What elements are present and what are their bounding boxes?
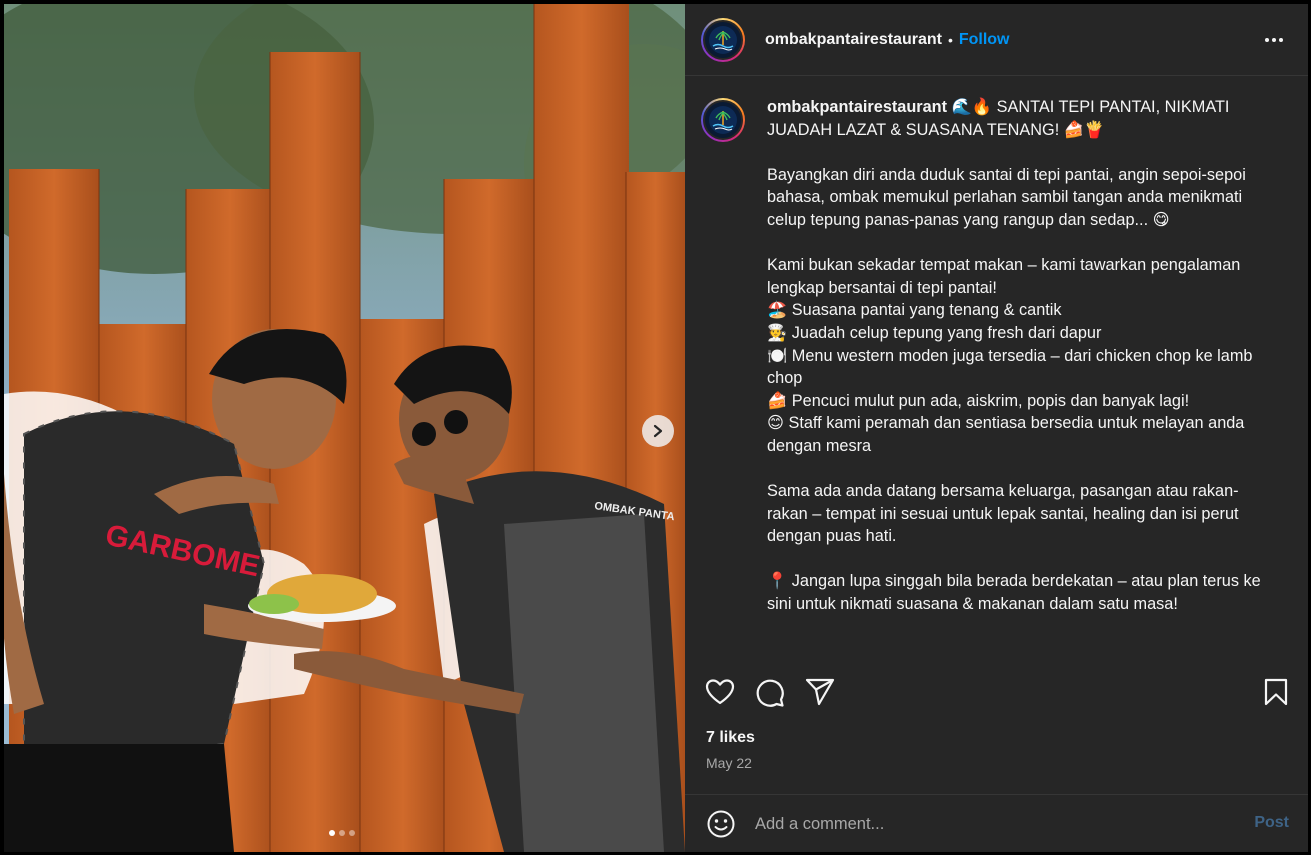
smiley-icon bbox=[707, 810, 735, 838]
emoji-button[interactable] bbox=[706, 809, 736, 844]
restaurant-logo-icon bbox=[709, 106, 737, 134]
share-button[interactable] bbox=[805, 678, 835, 711]
like-button[interactable] bbox=[705, 678, 735, 711]
carousel-dot bbox=[349, 830, 355, 836]
heart-icon bbox=[705, 679, 735, 705]
caption-paragraph: 📍 Jangan lupa singgah bila berada berdek… bbox=[767, 572, 1261, 614]
post-caption: ombakpantairestaurant 🌊🔥 SANTAI TEPI PAN… bbox=[701, 96, 1291, 646]
post-header: ombakpantairestaurant • Follow bbox=[685, 4, 1308, 76]
post-photo: GARBOME OMBAK PANTA bbox=[4, 4, 685, 852]
post-date[interactable]: May 22 bbox=[706, 755, 752, 771]
save-button[interactable] bbox=[1263, 678, 1289, 711]
caption-paragraph: Kami bukan sekadar tempat makan – kami t… bbox=[767, 256, 1253, 455]
header-username[interactable]: ombakpantairestaurant bbox=[765, 31, 942, 49]
comment-composer: Post bbox=[685, 794, 1308, 852]
caption-username[interactable]: ombakpantairestaurant bbox=[767, 98, 947, 116]
restaurant-logo-icon bbox=[709, 25, 737, 54]
post-comment-button[interactable]: Post bbox=[1254, 814, 1289, 832]
paper-plane-icon bbox=[805, 678, 835, 706]
avatar[interactable] bbox=[701, 17, 745, 62]
like-count[interactable]: 7 likes bbox=[706, 729, 755, 747]
carousel-indicator bbox=[329, 830, 355, 836]
caption-paragraph: Bayangkan diri anda duduk santai di tepi… bbox=[767, 165, 1246, 229]
comment-button[interactable] bbox=[755, 678, 785, 713]
caption-avatar[interactable] bbox=[701, 98, 745, 142]
action-bar bbox=[685, 668, 1308, 716]
follow-button[interactable]: Follow bbox=[959, 31, 1010, 49]
post-details-panel: ombakpantairestaurant • Follow ombakpant… bbox=[685, 4, 1308, 852]
more-options-button[interactable] bbox=[1264, 30, 1284, 48]
chevron-right-icon bbox=[653, 424, 663, 438]
bookmark-icon bbox=[1264, 678, 1288, 706]
caption-paragraph: ombakpantairestaurant 🌊🔥 SANTAI TEPI PAN… bbox=[767, 96, 1267, 141]
post-modal: GARBOME OMBAK PANTA ombakpantairestauran… bbox=[0, 0, 1311, 855]
carousel-dot bbox=[339, 830, 345, 836]
comment-input[interactable] bbox=[755, 812, 1235, 836]
caption-text: ombakpantairestaurant 🌊🔥 SANTAI TEPI PAN… bbox=[767, 96, 1267, 646]
carousel-dot bbox=[329, 830, 335, 836]
header-separator: • bbox=[947, 31, 953, 48]
post-media: GARBOME OMBAK PANTA bbox=[4, 4, 685, 852]
next-slide-button[interactable] bbox=[642, 415, 674, 447]
caption-paragraph: Sama ada anda datang bersama keluarga, p… bbox=[767, 482, 1239, 546]
comment-bubble-icon bbox=[756, 679, 784, 707]
more-horizontal-icon bbox=[1265, 38, 1283, 42]
